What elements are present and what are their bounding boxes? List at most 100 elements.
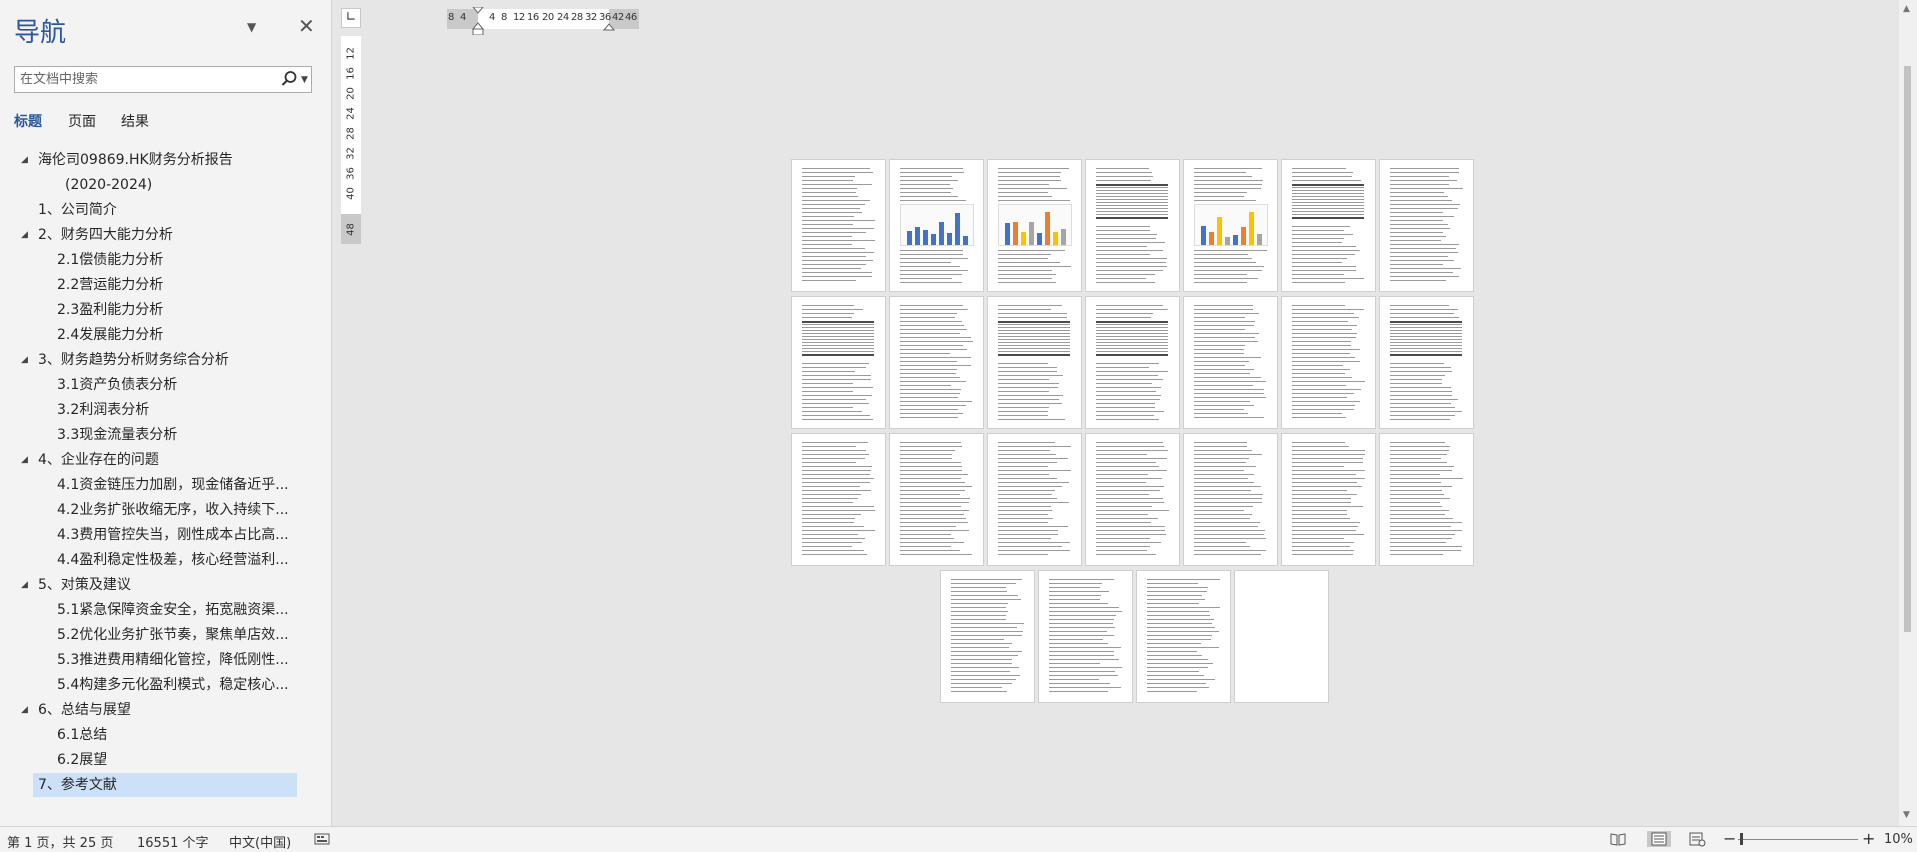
page-thumbnail[interactable] — [1086, 160, 1179, 291]
scroll-up-arrow-icon[interactable]: ▲ — [1903, 4, 1910, 14]
nav-heading-item[interactable]: 2.4发展能力分析 — [0, 323, 320, 347]
page-thumbnail[interactable] — [1137, 571, 1230, 702]
nav-heading-item[interactable]: ◢ 海伦司09869.HK财务分析报告 — [0, 148, 320, 172]
nav-heading-label: 4.3费用管控失当，刚性成本占比高... — [57, 527, 289, 543]
nav-heading-item[interactable]: ◢ 4、企业存在的问题 — [0, 448, 320, 472]
page-thumbnail[interactable] — [792, 160, 885, 291]
page-thumbnail[interactable] — [1184, 160, 1277, 291]
page-number-status[interactable]: 第 1 页，共 25 页 — [7, 832, 113, 851]
vertical-ruler[interactable]: 12 16 20 24 28 32 36 40 48 — [341, 36, 361, 244]
nav-heading-label: 4.1资金链压力加剧，现金储备近乎... — [57, 477, 289, 493]
nav-heading-label: 6、总结与展望 — [38, 702, 131, 718]
page-thumbnail[interactable] — [1282, 160, 1375, 291]
zoom-slider-thumb[interactable] — [1740, 833, 1743, 845]
nav-heading-label: 6.2展望 — [57, 752, 108, 768]
page-thumbnail[interactable] — [1380, 434, 1473, 565]
nav-pane-title: 导航 — [14, 18, 67, 48]
indent-marker-icon[interactable] — [472, 7, 484, 35]
scroll-down-arrow-icon[interactable]: ▼ — [1903, 810, 1910, 820]
nav-heading-item[interactable]: ◢ 3、财务趋势分析财务综合分析 — [0, 348, 320, 372]
triangle-expanded-icon[interactable]: ◢ — [21, 448, 28, 472]
right-indent-marker-icon[interactable] — [603, 23, 615, 31]
page-thumbnail[interactable] — [1184, 434, 1277, 565]
page-thumbnail[interactable] — [890, 434, 983, 565]
page-thumbnail[interactable] — [1282, 297, 1375, 428]
nav-heading-label: 3、财务趋势分析财务综合分析 — [38, 352, 229, 368]
page-thumbnail[interactable] — [988, 160, 1081, 291]
print-layout-icon[interactable] — [1647, 831, 1671, 847]
page-thumbnail[interactable] — [792, 297, 885, 428]
tab-pages[interactable]: 页面 — [68, 111, 96, 131]
ruler-tick: 8 — [448, 12, 454, 23]
nav-heading-item[interactable]: 6.2展望 — [0, 748, 320, 772]
nav-heading-item[interactable]: 4.1资金链压力加剧，现金储备近乎... — [0, 473, 320, 497]
nav-heading-item[interactable]: 4.3费用管控失当，刚性成本占比高... — [0, 523, 320, 547]
nav-heading-item[interactable]: 2.1偿债能力分析 — [0, 248, 320, 272]
nav-heading-item[interactable]: 7、参考文献 — [33, 773, 297, 797]
nav-heading-item[interactable]: (2020-2024) — [0, 173, 320, 197]
search-icon[interactable] — [279, 69, 299, 89]
nav-heading-item[interactable]: ◢ 2、财务四大能力分析 — [0, 223, 320, 247]
tab-selector-button[interactable]: ∟ — [341, 8, 361, 28]
nav-heading-label: 2.2营运能力分析 — [57, 277, 164, 293]
scrollbar-thumb[interactable] — [1904, 66, 1911, 632]
triangle-expanded-icon[interactable]: ◢ — [21, 223, 28, 247]
triangle-expanded-icon[interactable]: ◢ — [21, 348, 28, 372]
page-thumbnail[interactable] — [890, 160, 983, 291]
nav-heading-item[interactable]: ◢ 6、总结与展望 — [0, 698, 320, 722]
nav-heading-item[interactable]: 4.2业务扩张收缩无序，收入持续下... — [0, 498, 320, 522]
search-input[interactable] — [16, 68, 274, 91]
page-thumbnail[interactable] — [1380, 297, 1473, 428]
nav-heading-label: 1、公司简介 — [38, 202, 117, 218]
zoom-out-button[interactable]: − — [1723, 829, 1736, 848]
nav-heading-item[interactable]: ◢ 5、对策及建议 — [0, 573, 320, 597]
web-layout-icon[interactable] — [1688, 831, 1706, 847]
nav-heading-item[interactable]: 5.4构建多元化盈利模式，稳定核心... — [0, 673, 320, 697]
horizontal-ruler[interactable]: 8 4 4 8 12 16 20 24 28 32 36 42 46 — [447, 7, 639, 35]
ruler-tick: 28 — [345, 127, 357, 140]
read-mode-icon[interactable] — [1609, 831, 1627, 847]
nav-heading-item[interactable]: 3.1资产负债表分析 — [0, 373, 320, 397]
language-status[interactable]: 中文(中国) — [229, 832, 291, 851]
page-thumbnail[interactable] — [1086, 434, 1179, 565]
nav-heading-item[interactable]: 1、公司简介 — [0, 198, 320, 222]
vertical-scrollbar[interactable]: ▲ ▼ — [1899, 0, 1917, 826]
page-thumbnail[interactable] — [941, 571, 1034, 702]
nav-heading-item[interactable]: 5.1紧急保障资金安全，拓宽融资渠... — [0, 598, 320, 622]
tab-results[interactable]: 结果 — [121, 111, 149, 131]
word-count-status[interactable]: 16551 个字 — [137, 832, 209, 851]
nav-heading-item[interactable]: 5.3推进费用精细化管控，降低刚性... — [0, 648, 320, 672]
zoom-level[interactable]: 10% — [1884, 832, 1913, 847]
page-thumbnail[interactable] — [1184, 297, 1277, 428]
nav-heading-item[interactable]: 3.3现金流量表分析 — [0, 423, 320, 447]
tab-headings[interactable]: 标题 — [14, 111, 42, 131]
macro-recording-icon[interactable] — [314, 831, 330, 847]
close-icon[interactable]: ✕ — [298, 16, 315, 36]
nav-heading-item[interactable]: 5.2优化业务扩张节奏，聚焦单店效... — [0, 623, 320, 647]
page-thumbnail[interactable] — [792, 434, 885, 565]
triangle-expanded-icon[interactable]: ◢ — [21, 148, 28, 172]
nav-heading-item[interactable]: 2.2营运能力分析 — [0, 273, 320, 297]
page-thumbnail[interactable] — [1039, 571, 1132, 702]
page-thumbnail[interactable] — [1235, 571, 1328, 702]
page-thumbnail[interactable] — [988, 297, 1081, 428]
nav-heading-item[interactable]: 2.3盈利能力分析 — [0, 298, 320, 322]
nav-heading-label: 2.1偿债能力分析 — [57, 252, 164, 268]
nav-heading-item[interactable]: 3.2利润表分析 — [0, 398, 320, 422]
chevron-down-icon[interactable]: ▼ — [247, 20, 256, 34]
page-thumbnail[interactable] — [890, 297, 983, 428]
zoom-in-button[interactable]: + — [1862, 829, 1875, 848]
page-thumbnail[interactable] — [1380, 160, 1473, 291]
nav-heading-item[interactable]: 6.1总结 — [0, 723, 320, 747]
page-thumbnail[interactable] — [988, 434, 1081, 565]
triangle-expanded-icon[interactable]: ◢ — [21, 698, 28, 722]
triangle-expanded-icon[interactable]: ◢ — [21, 573, 28, 597]
nav-heading-label: 海伦司09869.HK财务分析报告 — [38, 152, 233, 168]
search-options-dropdown-icon[interactable]: ▼ — [301, 75, 308, 85]
zoom-slider[interactable] — [1738, 839, 1858, 840]
ruler-tick: 4 — [489, 12, 495, 23]
page-thumbnail[interactable] — [1086, 297, 1179, 428]
nav-heading-label: 2.4发展能力分析 — [57, 327, 164, 343]
page-thumbnail[interactable] — [1282, 434, 1375, 565]
nav-heading-item[interactable]: 4.4盈利稳定性极差，核心经营溢利... — [0, 548, 320, 572]
